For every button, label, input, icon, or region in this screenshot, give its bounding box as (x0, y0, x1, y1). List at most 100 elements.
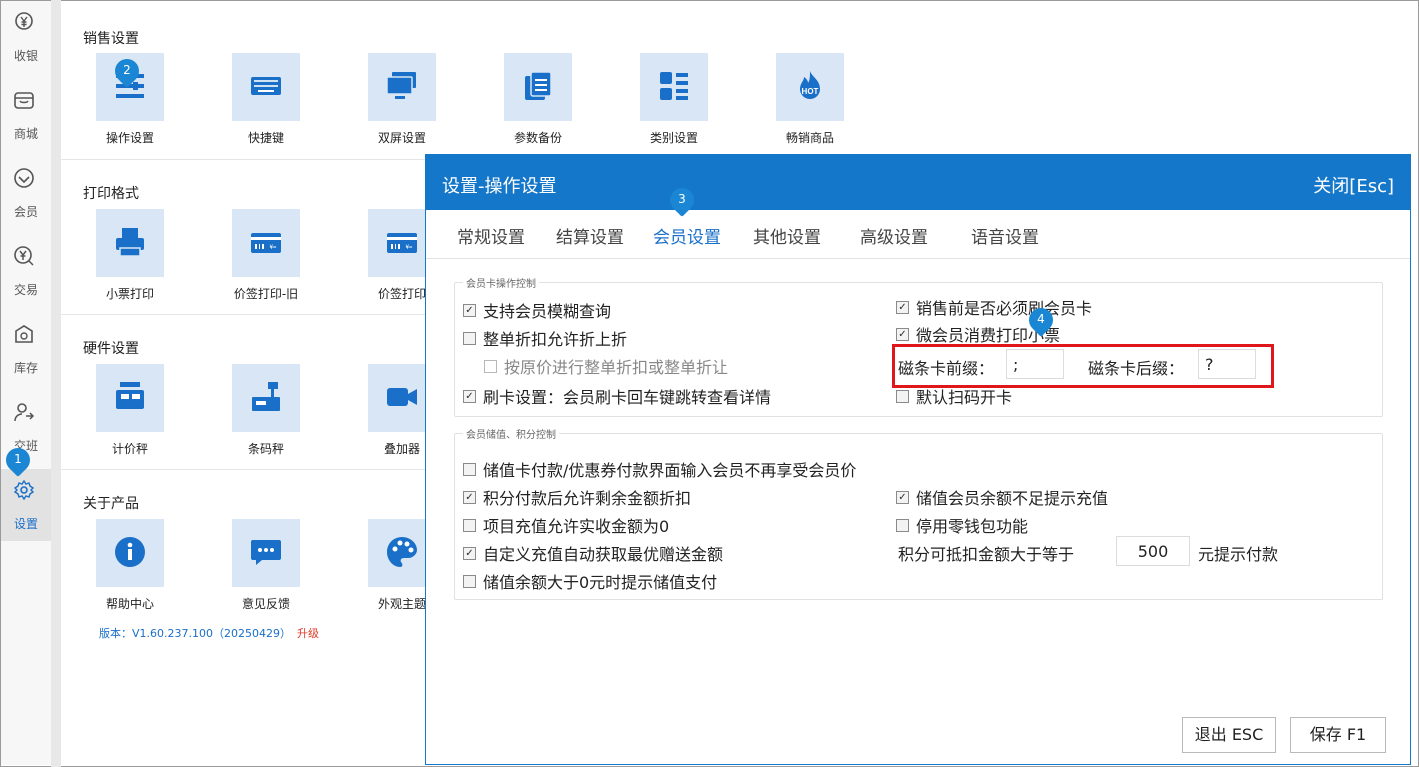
checkbox-swipe-enter-detail[interactable]: ✓ 刷卡设置：会员刷卡回车键跳转查看详情 (463, 384, 771, 408)
group-title: 会员卡操作控制 (463, 275, 539, 290)
tile-label: 计价秤 (111, 442, 148, 456)
checkbox-disable-wallet[interactable]: 停用零钱包功能 (896, 513, 1028, 537)
tab-bar: 常规设置 结算设置 会员设置 其他设置 高级设置 语音设置 (426, 210, 1410, 259)
tile-category-settings[interactable]: 类别设置 (619, 53, 729, 153)
backup-icon (525, 71, 552, 100)
step-marker-1: 1 (1, 443, 35, 478)
checkbox-fuzzy-search[interactable]: ✓ 支持会员模糊查询 (463, 298, 611, 322)
tile-receipt-print[interactable]: 小票打印 (75, 209, 185, 309)
checkbox-points-discount[interactable]: ✓ 积分付款后允许剩余金额折扣 (463, 485, 691, 509)
printer-icon (116, 228, 144, 257)
tab-advanced[interactable]: 高级设置 (860, 223, 928, 248)
exit-button[interactable]: 退出 ESC (1182, 717, 1276, 753)
info-icon (115, 537, 145, 567)
sidebar-item-mall[interactable]: 商城 (1, 79, 51, 151)
option-label: 按原价进行整单折扣或整单折让 (504, 358, 729, 377)
tab-general[interactable]: 常规设置 (457, 223, 525, 248)
checkbox-zero-amount[interactable]: 项目充值允许实收金额为0 (463, 513, 669, 537)
sidebar-item-cashier[interactable]: 收银 (1, 1, 51, 73)
sidebar-item-label: 库存 (13, 361, 38, 375)
price-tag-icon: ¥= (387, 233, 417, 253)
version-info: 版本：V1.60.237.100（20250429） 升级 (99, 625, 319, 641)
close-button[interactable]: 关闭[Esc] (1313, 172, 1394, 198)
step-marker-4: 4 (1024, 303, 1058, 338)
shift-change-icon (14, 403, 35, 422)
gear-icon (13, 479, 35, 501)
checkbox-unchecked[interactable] (896, 519, 909, 532)
section-divider (61, 314, 426, 315)
option-label: 停用零钱包功能 (916, 517, 1029, 536)
dialog-title: 设置-操作设置 (442, 176, 557, 197)
tile-pricing-scale[interactable]: 计价秤 (75, 364, 185, 464)
tile-label: 价签打印-旧 (233, 287, 299, 301)
sidebar-item-member[interactable]: 会员 (1, 157, 51, 229)
section-divider (61, 469, 426, 470)
tile-help-center[interactable]: 帮助中心 (75, 519, 185, 619)
checkbox-checked[interactable]: ✓ (463, 547, 476, 560)
checkbox-original-price-discount[interactable]: 按原价进行整单折扣或整单折让 (484, 354, 728, 378)
checkbox-checked[interactable]: ✓ (463, 304, 476, 317)
tile-label: 畅销商品 (785, 131, 834, 145)
tile-price-tag-old[interactable]: ¥= 价签打印-旧 (211, 209, 321, 309)
checkbox-unchecked[interactable] (463, 332, 476, 345)
category-icon (660, 72, 688, 100)
tab-voice[interactable]: 语音设置 (971, 223, 1039, 248)
checkbox-checked[interactable]: ✓ (896, 491, 909, 504)
sidebar-divider (51, 0, 61, 767)
checkbox-prompt-stored-pay[interactable]: 储值余额大于0元时提示储值支付 (463, 569, 717, 593)
checkbox-unchecked[interactable] (463, 463, 476, 476)
checkbox-checked[interactable]: ✓ (896, 328, 909, 341)
checkbox-no-member-price[interactable]: 储值卡付款/优惠券付款界面输入会员不再享受会员价 (463, 457, 856, 481)
checkbox-best-bonus[interactable]: ✓ 自定义充值自动获取最优赠送金额 (463, 541, 723, 565)
step-marker-2: 2 (110, 54, 144, 89)
tab-other[interactable]: 其他设置 (753, 223, 821, 248)
option-label: 自定义充值自动获取最优赠送金额 (483, 545, 724, 564)
inventory-icon (15, 325, 33, 343)
checkbox-scan-open-card[interactable]: 默认扫码开卡 (896, 384, 1012, 408)
sidebar-item-settings[interactable]: 设置 (1, 469, 51, 541)
checkbox-unchecked[interactable] (463, 575, 476, 588)
tile-parameter-backup[interactable]: 参数备份 (483, 53, 593, 153)
checkbox-discount-stack[interactable]: 整单折扣允许折上折 (463, 326, 627, 350)
option-label: 项目充值允许实收金额为0 (483, 517, 670, 536)
checkbox-unchecked[interactable] (896, 390, 909, 403)
checkbox-checked[interactable]: ✓ (463, 491, 476, 504)
price-tag-icon: ¥= (251, 233, 281, 253)
checkbox-unchecked[interactable] (463, 519, 476, 532)
sidebar-item-inventory[interactable]: 库存 (1, 313, 51, 385)
checkbox-low-balance-recharge[interactable]: ✓ 储值会员余额不足提示充值 (896, 485, 1108, 509)
tile-dual-screen[interactable]: 双屏设置 (347, 53, 457, 153)
checkbox-checked[interactable]: ✓ (896, 301, 909, 314)
option-label: 储值余额大于0元时提示储值支付 (483, 573, 718, 592)
section-title-about: 关于产品 (83, 496, 139, 512)
tile-feedback[interactable]: 意见反馈 (211, 519, 321, 619)
upgrade-link[interactable]: 升级 (297, 627, 319, 640)
sidebar-item-transaction[interactable]: 交易 (1, 235, 51, 307)
dialog-header: 设置-操作设置 关闭[Esc] (426, 155, 1410, 210)
tile-label: 小票打印 (105, 287, 154, 301)
tile-label: 类别设置 (649, 131, 698, 145)
tile-barcode-scale[interactable]: 条码秤 (211, 364, 321, 464)
points-threshold-input[interactable]: 500 (1116, 536, 1190, 566)
tab-member[interactable]: 会员设置 (653, 223, 721, 248)
group-title: 会员储值、积分控制 (463, 426, 559, 441)
checkbox-unchecked[interactable] (484, 360, 497, 373)
tile-label: 条码秤 (247, 442, 284, 456)
checkbox-require-card[interactable]: ✓ 销售前是否必须刷会员卡 (896, 295, 1092, 319)
option-label: 积分付款后允许剩余金额折扣 (483, 489, 692, 508)
tile-hot-products[interactable]: HOT 畅销商品 (755, 53, 865, 153)
section-divider (61, 159, 426, 160)
tile-label: 双屏设置 (377, 131, 426, 145)
section-title-print: 打印格式 (83, 186, 139, 202)
operation-settings-dialog: 设置-操作设置 关闭[Esc] 常规设置 结算设置 会员设置 其他设置 高级设置… (425, 154, 1411, 765)
tile-label: 帮助中心 (105, 597, 154, 611)
checkbox-checked[interactable]: ✓ (463, 390, 476, 403)
save-button[interactable]: 保存 F1 (1290, 717, 1386, 753)
transaction-icon (14, 246, 34, 266)
tile-shortcut-keys[interactable]: 快捷键 (211, 53, 321, 153)
tab-checkout[interactable]: 结算设置 (556, 223, 624, 248)
shop-icon (14, 92, 34, 109)
feedback-icon (251, 540, 281, 565)
option-label: 支持会员模糊查询 (483, 302, 612, 321)
pricing-scale-icon (116, 382, 144, 409)
